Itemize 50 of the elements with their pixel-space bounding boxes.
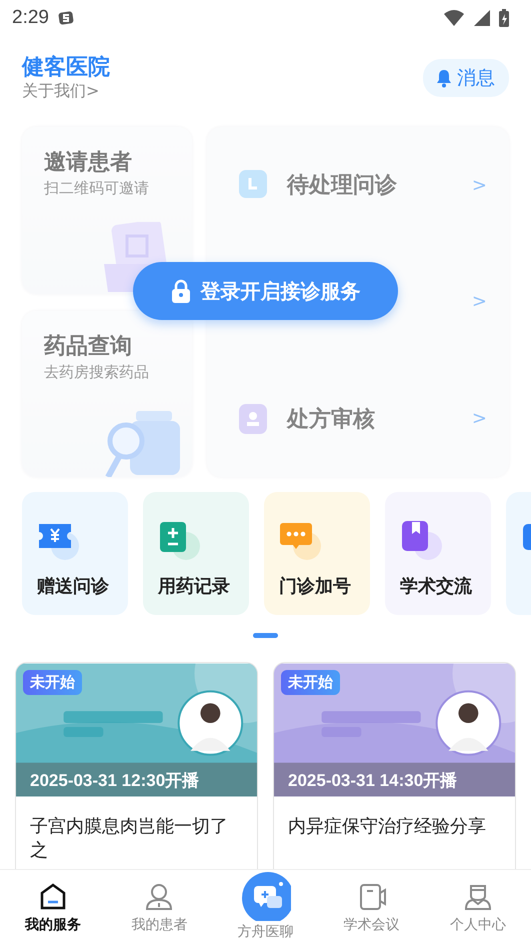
status-badge: 未开始 xyxy=(23,670,82,695)
task-label[interactable]: 待处理问诊 xyxy=(287,170,452,200)
chat-icon xyxy=(279,520,323,562)
nav-tab[interactable]: 学术会议 xyxy=(318,870,425,944)
signal-icon xyxy=(473,9,491,27)
live-card[interactable]: 未开始 2025-03-31 12:30开播 子宫内膜息肉岂能一切了之 xyxy=(15,662,258,870)
card-title: 邀请患者 xyxy=(44,149,133,177)
task-label[interactable]: 处方审核 xyxy=(287,404,452,434)
shortcut-label: 门诊加号 xyxy=(279,575,352,598)
status-badge: 未开始 xyxy=(281,670,340,695)
shortcut-card[interactable]: 用药记录 xyxy=(143,492,249,615)
shortcut-label: 赠送问诊 xyxy=(37,575,110,598)
nav-tab[interactable]: 方舟医聊 xyxy=(212,870,319,944)
live-title: 子宫内膜息肉岂能一切了之 xyxy=(29,815,229,863)
start-time: 2025-03-31 14:30开播 xyxy=(288,770,458,792)
stamp-icon xyxy=(239,404,267,434)
wifi-icon xyxy=(443,9,465,27)
doctor-icon xyxy=(464,882,492,912)
battery-icon xyxy=(499,9,509,27)
page-indicator xyxy=(253,633,278,638)
shortcut-card[interactable]: 门诊加号 xyxy=(264,492,370,615)
lock-icon xyxy=(170,279,190,303)
record-icon xyxy=(158,520,202,562)
video-icon xyxy=(358,882,386,912)
service-card[interactable]: 邀请患者 扫二维码可邀请 xyxy=(22,127,192,294)
live-card[interactable]: 未开始 2025-03-31 14:30开播 内异症保守治疗经验分享 xyxy=(273,662,516,870)
about-link[interactable]: 关于我们> xyxy=(22,81,110,101)
nav-tab[interactable]: 我的服务 xyxy=(0,870,106,944)
shortcut-label: 学术交流 xyxy=(400,575,473,598)
person-icon xyxy=(145,882,174,912)
message-button[interactable]: 消息 xyxy=(423,59,509,97)
bell-icon xyxy=(435,68,453,88)
card-subtitle: 去药房搜索药品 xyxy=(44,362,150,382)
card-subtitle: 扫二维码可邀请 xyxy=(44,178,150,199)
nav-tab[interactable]: 我的患者 xyxy=(106,870,212,944)
hospital-title: 健客医院 xyxy=(22,55,110,81)
clock-time: 2:29 xyxy=(12,7,49,29)
clock-icon xyxy=(239,170,267,200)
service-card[interactable]: 药品查询 去药房搜索药品 xyxy=(22,310,192,477)
shortcut-label: 用药记录 xyxy=(158,575,231,598)
app-notification-icon xyxy=(56,9,75,27)
live-title: 内异症保守治疗经验分享 xyxy=(287,815,487,839)
card-title: 药品查询 xyxy=(44,332,133,360)
shortcut-card[interactable]: 学术交流 xyxy=(385,492,491,615)
start-time: 2025-03-31 12:30开播 xyxy=(30,770,200,792)
bookmark-icon xyxy=(400,520,444,562)
nav-tab[interactable]: 个人中心 xyxy=(424,870,531,944)
login-button[interactable]: 登录开启接诊服务 xyxy=(133,262,398,320)
home-icon xyxy=(39,882,68,912)
shortcut-card[interactable]: 赠送问诊 xyxy=(22,492,128,615)
